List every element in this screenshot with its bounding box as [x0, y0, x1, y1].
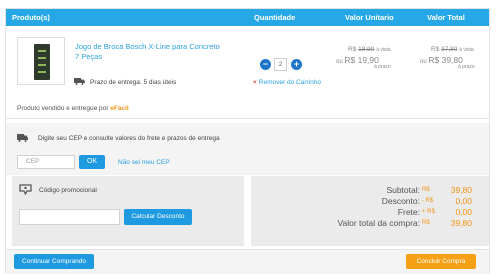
location-truck-icon	[17, 134, 28, 142]
cep-ok-button[interactable]: OK	[79, 155, 105, 169]
header-quantity: Quantidade	[254, 13, 296, 22]
cep-input[interactable]: CEP	[17, 155, 75, 169]
header-unit-value: Valor Unitario	[345, 13, 394, 22]
seller-info: Produto vendido e entregue por eFácil	[17, 105, 129, 112]
cep-instructions: Digite seu CEP e consulte valores do fre…	[38, 135, 220, 142]
remove-label: Remover do Carrinho	[258, 79, 321, 86]
promo-code-input[interactable]	[19, 209, 120, 225]
total-price-term: à prazo	[458, 64, 475, 70]
drill-set-image	[34, 44, 50, 80]
cart-table-header: Produto(s) Quantidade Valor Unitario Val…	[6, 9, 489, 26]
product-name-link[interactable]: Jogo de Broca Bosch X-Line para Concreto…	[75, 42, 225, 62]
unknown-cep-link[interactable]: Não sei meu CEP	[118, 159, 170, 166]
total-price-cash: R$ 37,80 à vista	[431, 46, 474, 53]
product-thumbnail[interactable]	[17, 37, 65, 85]
cart-panel: Produto(s) Quantidade Valor Unitario Val…	[5, 8, 490, 274]
discount-tag-icon	[19, 184, 32, 195]
checkout-button[interactable]: Concluir Compra	[406, 254, 476, 269]
seller-name: eFácil	[110, 105, 129, 112]
divider	[6, 118, 489, 119]
subtotal-row: Subtotal: R$ 39,80	[386, 185, 472, 195]
grand-total-row: Valor total da compra: R$ 39,80	[337, 218, 472, 228]
unit-price-cash: R$ 18,90 à vista	[348, 46, 391, 53]
header-total-value: Valor Total	[427, 13, 465, 22]
continue-shopping-button[interactable]: Continuar Comprando	[14, 254, 94, 269]
calculate-discount-button[interactable]: Calcular Desconto	[124, 209, 192, 225]
quantity-increase-button[interactable]: +	[291, 59, 302, 70]
promo-code-label: Código promocional	[39, 187, 97, 194]
shipping-row: Frete: + R$ 0,00	[397, 207, 472, 217]
close-icon: ×	[253, 79, 257, 86]
header-product: Produto(s)	[12, 13, 50, 22]
quantity-decrease-button[interactable]: −	[260, 59, 271, 70]
unit-price-term: à prazo	[374, 64, 391, 70]
unit-price: ou R$ 19,90	[336, 55, 379, 65]
remove-from-cart-link[interactable]: × Remover do Carrinho	[253, 79, 321, 86]
quantity-field[interactable]: 2	[274, 58, 287, 71]
discount-row: Desconto: - R$ 0,00	[381, 196, 472, 206]
shipping-time: Prazo de entrega: 5 dias úteis	[90, 79, 177, 86]
truck-icon	[74, 78, 85, 85]
total-price: ou R$ 39,80	[420, 55, 463, 65]
